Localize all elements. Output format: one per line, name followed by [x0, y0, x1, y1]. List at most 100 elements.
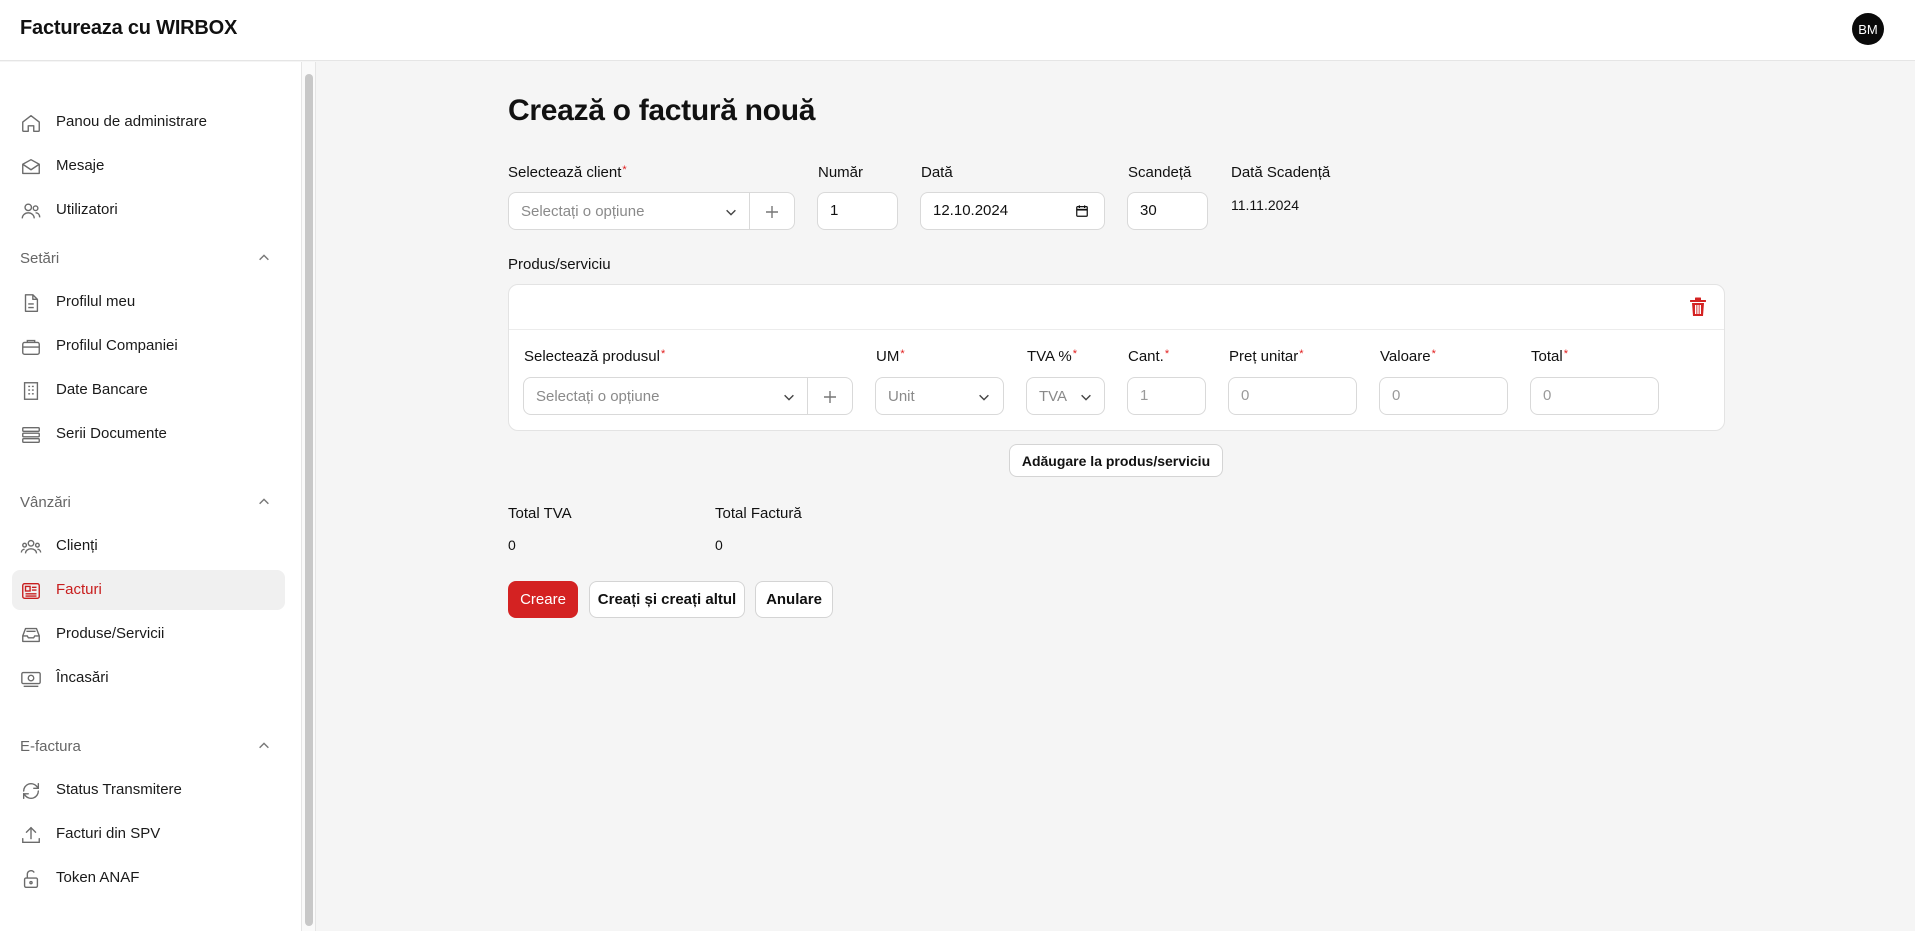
- sidebar-item-users[interactable]: Utilizatori: [12, 190, 285, 230]
- product-select-placeholder: Selectați o opțiune: [536, 388, 660, 405]
- sidebar-item-document-series[interactable]: Serii Documente: [12, 414, 285, 454]
- required-marker: *: [622, 164, 627, 176]
- product-select[interactable]: Selectați o opțiune: [523, 377, 853, 415]
- qty-label-text: Cant.: [1128, 348, 1164, 365]
- client-label: Selectează client*: [508, 164, 627, 181]
- document-icon: [24, 294, 39, 312]
- sidebar-item-label: Facturi: [56, 581, 102, 598]
- add-product-button[interactable]: Adăugare la produs/serviciu: [1009, 444, 1223, 477]
- top-bar: Factureaza cu WIRBOX BM: [0, 0, 1915, 61]
- inbox-stack-icon: [22, 627, 40, 643]
- sidebar-item-label: Mesaje: [56, 157, 105, 174]
- sidebar-item-label: Token ANAF: [56, 869, 140, 886]
- unit-price-label: Preț unitar*: [1229, 348, 1303, 365]
- required-marker: *: [1072, 348, 1078, 360]
- sidebar-item-label: Status Transmitere: [56, 781, 182, 798]
- refresh-icon: [22, 782, 40, 800]
- total-tva-value: 0: [508, 537, 516, 553]
- required-marker: *: [1563, 348, 1568, 360]
- um-label-text: UM: [876, 348, 900, 365]
- lock-open-icon: [23, 870, 39, 888]
- cancel-button[interactable]: Anulare: [755, 581, 833, 618]
- create-button[interactable]: Creare: [508, 581, 578, 618]
- sidebar-item-label: Profilul meu: [56, 293, 136, 310]
- user-avatar[interactable]: BM: [1852, 13, 1884, 45]
- required-marker: *: [900, 348, 905, 360]
- sidebar-scrollbar-thumb[interactable]: [305, 74, 313, 926]
- card-header-divider: [509, 329, 1724, 330]
- invoice-number-input[interactable]: 1: [817, 192, 898, 230]
- sidebar-item-payments[interactable]: Încasări: [12, 658, 285, 698]
- home-icon: [22, 114, 40, 132]
- client-select[interactable]: Selectați o opțiune: [508, 192, 795, 230]
- product-label: Selectează produsul*: [524, 348, 665, 365]
- um-select[interactable]: Unit: [875, 377, 1004, 415]
- total-invoice-value: 0: [715, 537, 723, 553]
- sidebar-item-clients[interactable]: Clienți: [12, 526, 285, 566]
- sidebar-item-messages[interactable]: Mesaje: [12, 146, 285, 186]
- date-label: Dată: [921, 164, 953, 181]
- tva-label-text: TVA %: [1027, 348, 1072, 365]
- cash-icon: [21, 671, 41, 688]
- group-label-settings[interactable]: Setări: [20, 250, 59, 267]
- sidebar-item-label: Încasări: [56, 669, 109, 686]
- plus-icon[interactable]: [764, 204, 780, 220]
- chevron-down-icon: [1081, 394, 1091, 401]
- total-label: Total*: [1531, 348, 1568, 365]
- chevron-up-icon[interactable]: [257, 739, 271, 753]
- sidebar-item-dashboard[interactable]: Panou de administrare: [12, 102, 285, 142]
- create-another-button[interactable]: Creați și creați altul: [589, 581, 745, 618]
- qty-input[interactable]: 1: [1127, 377, 1206, 415]
- client-label-text: Selectează client: [508, 164, 622, 181]
- chevron-down-icon: [726, 209, 736, 216]
- tva-select-placeholder: TVA: [1039, 388, 1068, 405]
- required-marker: *: [660, 348, 666, 360]
- tva-select[interactable]: TVA: [1026, 377, 1105, 415]
- calendar-icon[interactable]: [1075, 204, 1089, 218]
- select-divider: [749, 193, 750, 229]
- value-input[interactable]: 0: [1379, 377, 1508, 415]
- unit-price-input[interactable]: 0: [1228, 377, 1357, 415]
- chevron-up-icon[interactable]: [257, 251, 271, 265]
- sidebar-item-products[interactable]: Produse/Servicii: [12, 614, 285, 654]
- due-days-input[interactable]: 30: [1127, 192, 1208, 230]
- sidebar-item-label: Utilizatori: [56, 201, 118, 218]
- trash-icon[interactable]: [1689, 297, 1707, 317]
- group-label-sales[interactable]: Vânzări: [20, 494, 71, 511]
- invoice-icon: [22, 582, 40, 600]
- total-label-text: Total: [1531, 348, 1563, 365]
- sidebar-item-label: Profilul Companiei: [56, 337, 178, 354]
- um-select-placeholder: Unit: [888, 388, 915, 405]
- plus-icon[interactable]: [822, 389, 838, 405]
- sidebar-item-label: Clienți: [56, 537, 98, 554]
- sidebar-item-anaf-token[interactable]: Token ANAF: [12, 858, 285, 898]
- qty-label: Cant.*: [1128, 348, 1169, 365]
- tva-label: TVA %*: [1027, 348, 1077, 365]
- total-input[interactable]: 0: [1530, 377, 1659, 415]
- value-label: Valoare*: [1380, 348, 1436, 365]
- due-date-value: 11.11.2024: [1231, 197, 1299, 213]
- sidebar-item-spv-invoices[interactable]: Facturi din SPV: [12, 814, 285, 854]
- value-label-text: Valoare: [1380, 348, 1431, 365]
- chevron-up-icon[interactable]: [257, 495, 271, 509]
- upload-icon: [22, 826, 40, 844]
- required-marker: *: [1164, 348, 1170, 360]
- sidebar-item-bank-data[interactable]: Date Bancare: [12, 370, 285, 410]
- sidebar-item-label: Serii Documente: [56, 425, 167, 442]
- total-tva-label: Total TVA: [508, 505, 572, 522]
- app-title[interactable]: Factureaza cu WIRBOX: [20, 17, 237, 40]
- stack-icon: [22, 426, 40, 444]
- sidebar-item-transmission-status[interactable]: Status Transmitere: [12, 770, 285, 810]
- sidebar-item-company-profile[interactable]: Profilul Companiei: [12, 326, 285, 366]
- group-icon: [20, 539, 42, 554]
- briefcase-icon: [22, 339, 40, 356]
- page-title: Crează o factură nouă: [508, 94, 816, 127]
- sidebar-item-invoices[interactable]: Facturi: [12, 570, 285, 610]
- products-section-label: Produs/serviciu: [508, 256, 611, 273]
- building-icon: [23, 382, 39, 400]
- product-label-text: Selectează produsul: [524, 348, 660, 365]
- unit-price-label-text: Preț unitar: [1229, 348, 1299, 365]
- group-label-efactura[interactable]: E-factura: [20, 738, 81, 755]
- sidebar-item-label: Produse/Servicii: [56, 625, 165, 642]
- sidebar-item-my-profile[interactable]: Profilul meu: [12, 282, 285, 322]
